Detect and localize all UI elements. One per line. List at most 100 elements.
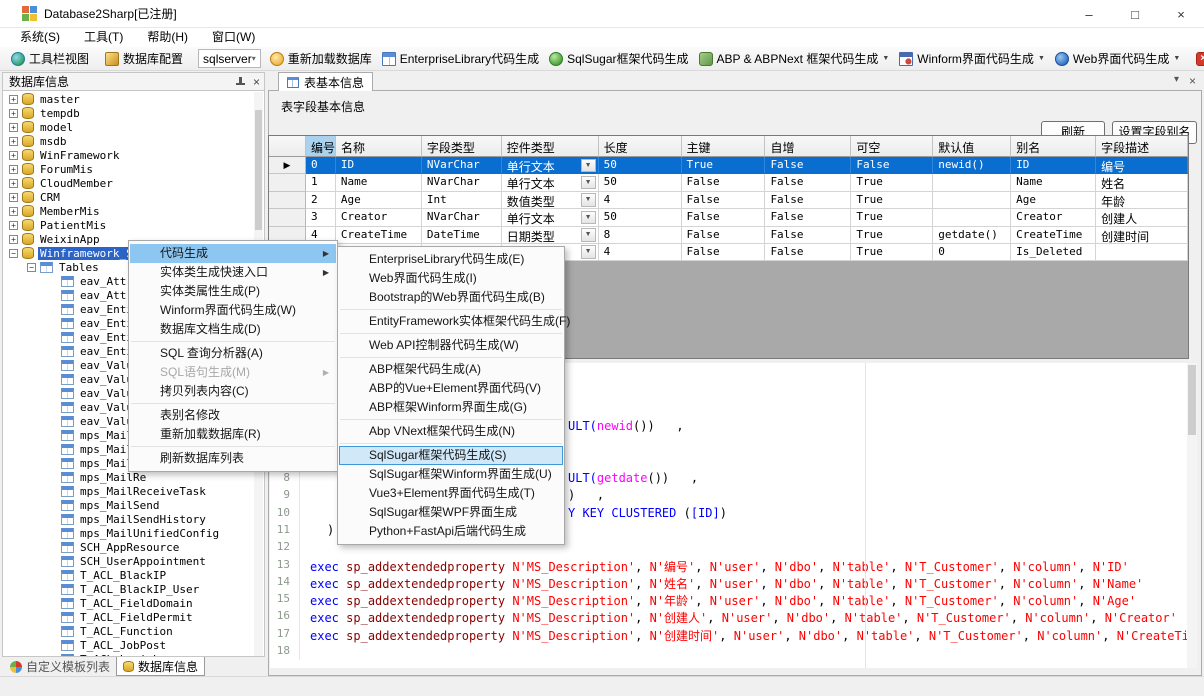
grid-cell[interactable]: False [682, 209, 766, 226]
tab-custom-templates[interactable]: 自定义模板列表 [4, 657, 116, 676]
submenu-item[interactable]: Python+FastApi后端代码生成 [339, 522, 563, 541]
grid-row[interactable]: ▶0IDNVarChar单行文本▼50TrueFalseFalsenewid()… [269, 157, 1188, 174]
grid-row[interactable]: 4CreateTimeDateTime日期类型▼8FalseFalseTrueg… [269, 227, 1188, 244]
context-menu-item[interactable]: 代码生成▶ [130, 244, 336, 263]
context-menu-item[interactable]: 重新加载数据库(R) [130, 425, 336, 444]
close-icon[interactable]: × [253, 76, 260, 88]
tree-item-SCH_UserAppointment[interactable]: SCH_UserAppointment [3, 554, 253, 568]
grid-cell[interactable]: CreateTime [1011, 227, 1096, 244]
grid-cell[interactable]: 0 [933, 244, 1011, 261]
enterpriselibrary-gen-button[interactable]: EnterpriseLibrary代码生成 [377, 48, 544, 70]
grid-cell[interactable]: True [851, 192, 933, 209]
grid-cell[interactable]: 4 [599, 192, 682, 209]
grid-cell[interactable]: Age [336, 192, 422, 209]
combo-dropdown-button[interactable]: ▼ [581, 245, 596, 259]
grid-row[interactable]: 3CreatorNVarChar单行文本▼50FalseFalseTrueCre… [269, 209, 1188, 226]
submenu-item[interactable]: ABP框架代码生成(A) [339, 360, 563, 379]
tab-table-basic-info[interactable]: 表基本信息 [278, 72, 373, 91]
grid-column-header[interactable]: 主键 [682, 136, 766, 157]
grid-cell[interactable]: NVarChar [422, 157, 502, 174]
grid-cell[interactable]: 姓名 [1096, 174, 1188, 191]
grid-cell[interactable] [933, 209, 1011, 226]
grid-cell[interactable]: NVarChar [422, 174, 502, 191]
context-menu-item[interactable]: 数据库文档生成(D) [130, 320, 336, 339]
context-menu-item[interactable]: 表别名修改 [130, 406, 336, 425]
tree-item-mps_MailRe[interactable]: mps_MailRe [3, 470, 253, 484]
grid-cell[interactable]: 3 [306, 209, 336, 226]
grid-cell[interactable]: newid() [933, 157, 1011, 174]
submenu-item[interactable]: Web界面代码生成(I) [339, 269, 563, 288]
tree-item-T_ACL_BlackIP[interactable]: T_ACL_BlackIP [3, 568, 253, 582]
combo-dropdown-button[interactable]: ▼ [581, 193, 596, 207]
tree-item-mps_MailReceiveTask[interactable]: mps_MailReceiveTask [3, 484, 253, 498]
grid-cell[interactable]: 单行文本▼ [502, 157, 599, 174]
grid-cell[interactable]: 单行文本▼ [502, 209, 599, 226]
grid-cell[interactable]: 50 [599, 157, 682, 174]
tree-item-T_ACL_FieldDomain[interactable]: T_ACL_FieldDomain [3, 596, 253, 610]
grid-column-header[interactable]: 控件类型 [502, 136, 599, 157]
grid-cell[interactable]: 8 [599, 227, 682, 244]
tree-item-model[interactable]: +model [3, 120, 253, 134]
grid-cell[interactable]: False [682, 192, 766, 209]
grid-cell[interactable]: 数值类型▼ [502, 192, 599, 209]
grid-cell[interactable]: 1 [306, 174, 336, 191]
grid-cell[interactable]: 50 [599, 174, 682, 191]
exit-button[interactable]: × 退出 [1191, 48, 1204, 70]
grid-cell[interactable]: DateTime [422, 227, 502, 244]
context-menu-item[interactable]: 实体类属性生成(P) [130, 282, 336, 301]
submenu-item[interactable]: ABP的Vue+Element界面代码(V) [339, 379, 563, 398]
tree-item-tempdb[interactable]: +tempdb [3, 106, 253, 120]
grid-cell[interactable]: 4 [599, 244, 682, 261]
close-button[interactable]: × [1158, 0, 1204, 28]
grid-column-header[interactable]: 可空 [851, 136, 933, 157]
grid-cell[interactable]: True [851, 209, 933, 226]
tree-item-SCH_AppResource[interactable]: SCH_AppResource [3, 540, 253, 554]
pin-icon[interactable] [236, 77, 245, 86]
chevron-down-icon[interactable]: ▼ [1038, 55, 1045, 62]
tree-item-PatientMis[interactable]: +PatientMis [3, 218, 253, 232]
grid-cell[interactable]: False [765, 227, 851, 244]
expand-icon[interactable]: + [9, 221, 18, 230]
expand-icon[interactable]: + [9, 137, 18, 146]
grid-cell[interactable]: 2 [306, 192, 336, 209]
context-menu-item[interactable]: SQL 查询分析器(A) [130, 344, 336, 363]
grid-cell[interactable]: Creator [336, 209, 422, 226]
tree-item-MemberMis[interactable]: +MemberMis [3, 204, 253, 218]
expand-icon[interactable]: + [9, 151, 18, 160]
submenu-item[interactable]: EnterpriseLibrary代码生成(E) [339, 250, 563, 269]
grid-cell[interactable]: Name [1011, 174, 1096, 191]
row-selector-cell[interactable] [269, 209, 306, 226]
grid-cell[interactable]: 单行文本▼ [502, 174, 599, 191]
grid-cell[interactable]: Int [422, 192, 502, 209]
grid-cell[interactable] [933, 192, 1011, 209]
grid-cell[interactable]: 0 [306, 157, 336, 174]
abp-gen-button[interactable]: ABP & ABPNext 框架代码生成 ▼ [694, 48, 895, 70]
grid-cell[interactable]: True [851, 244, 933, 261]
row-selector-cell[interactable] [269, 192, 306, 209]
expand-icon[interactable]: + [9, 109, 18, 118]
tree-item-WinFramework[interactable]: +WinFramework [3, 148, 253, 162]
submenu-item[interactable]: SqlSugar框架代码生成(S) [339, 446, 563, 465]
db-type-select[interactable]: sqlserver ▾ [198, 49, 261, 68]
grid-row[interactable]: 1NameNVarChar单行文本▼50FalseFalseTrueName姓名 [269, 174, 1188, 191]
grid-cell[interactable]: 创建时间 [1096, 227, 1188, 244]
tree-item-mps_MailSendHistory[interactable]: mps_MailSendHistory [3, 512, 253, 526]
context-menu-item[interactable]: Winform界面代码生成(W) [130, 301, 336, 320]
grid-cell[interactable]: 编号 [1096, 157, 1188, 174]
combo-dropdown-button[interactable]: ▼ [581, 176, 596, 190]
grid-cell[interactable]: 创建人 [1096, 209, 1188, 226]
submenu-item[interactable]: SqlSugar框架Winform界面生成(U) [339, 465, 563, 484]
submenu-item[interactable]: EntityFramework实体框架代码生成(F) [339, 312, 563, 331]
submenu-item[interactable]: Abp VNext框架代码生成(N) [339, 422, 563, 441]
expand-icon[interactable]: + [9, 95, 18, 104]
tree-item-mps_MailUnifiedConfig[interactable]: mps_MailUnifiedConfig [3, 526, 253, 540]
db-config-button[interactable]: 数据库配置 [100, 48, 188, 70]
minimize-button[interactable]: – [1066, 0, 1112, 28]
editor-vscrollbar[interactable] [1187, 363, 1197, 668]
close-icon[interactable]: × [1189, 74, 1196, 88]
toolbar-view-button[interactable]: 工具栏视图 [6, 48, 94, 70]
grid-cell[interactable]: False [765, 157, 851, 174]
grid-cell[interactable]: 50 [599, 209, 682, 226]
context-menu-item[interactable]: 实体类生成快速入口▶ [130, 263, 336, 282]
grid-cell[interactable]: False [765, 192, 851, 209]
